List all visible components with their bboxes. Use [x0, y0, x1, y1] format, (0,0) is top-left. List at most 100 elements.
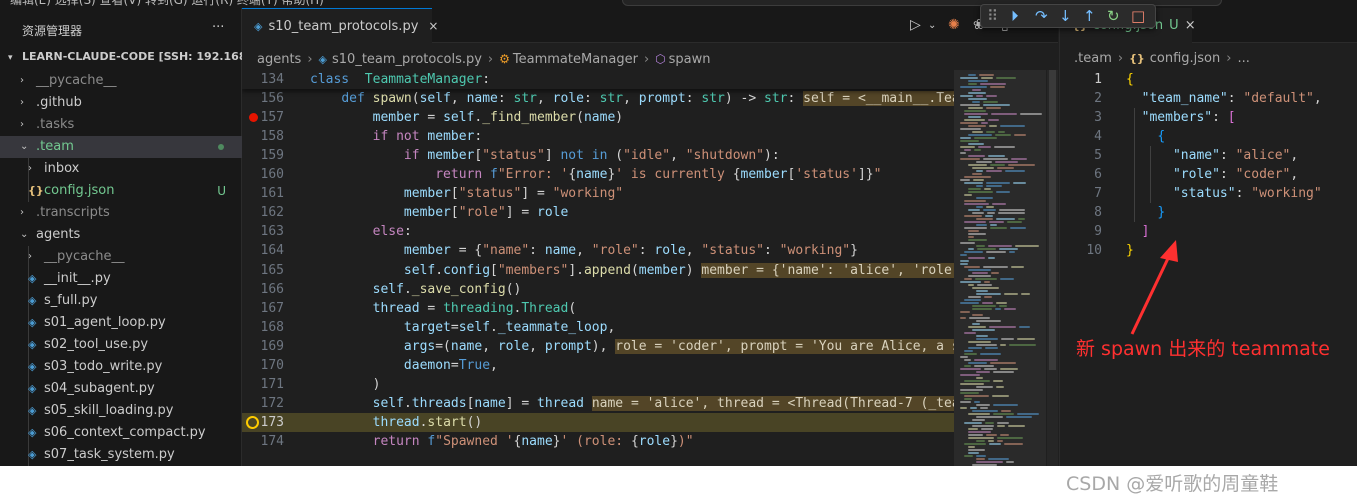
minimap-line [977, 248, 996, 250]
debug-continue-icon[interactable]: ⏵ [1011, 7, 1019, 25]
tree-item[interactable]: › .github [0, 92, 242, 114]
minimap-line [968, 209, 980, 211]
code-line[interactable]: 163 else: [242, 222, 954, 241]
tree-item[interactable]: › __pycache__ [0, 70, 242, 92]
code-line[interactable]: 156 def spawn(self, name: str, role: str… [242, 89, 954, 108]
debug-drag-handle-icon[interactable]: ⠿ [987, 7, 998, 25]
more-actions-icon[interactable]: ··· [212, 20, 224, 35]
tree-item[interactable]: ◈ s04_subagent.py [0, 378, 242, 400]
code-line[interactable]: 164 member = {"name": name, "role": role… [242, 241, 954, 260]
minimap-line [984, 296, 992, 298]
tree-item[interactable]: › __pycache__ [0, 246, 242, 268]
tree-item[interactable]: › inbox [0, 158, 242, 180]
code-token: , [482, 338, 498, 354]
debug-restart-icon[interactable]: ↻ [1107, 7, 1120, 25]
chevron-right-icon[interactable]: › [20, 92, 24, 114]
code-token: = [419, 300, 444, 316]
minimap-line [968, 164, 987, 166]
code-line[interactable]: 8 } [1060, 203, 1357, 222]
tree-item[interactable]: ⌄ .team [0, 136, 242, 158]
code-line[interactable]: 165 self.config["members"].append(member… [242, 261, 954, 280]
code-line[interactable]: 4 { [1060, 127, 1357, 146]
tree-item[interactable]: ◈ s07_task_system.py [0, 444, 242, 466]
tab-s10-team-protocols[interactable]: ◈ s10_team_protocols.py × [242, 8, 438, 43]
minimap-line [976, 344, 997, 346]
tree-item[interactable]: ◈ s05_skill_loading.py [0, 400, 242, 422]
code-line[interactable]: 166 self._save_config() [242, 280, 954, 299]
breadcrumb-folder[interactable]: agents [257, 52, 301, 67]
code-token: f [490, 167, 498, 183]
line-number: 3 [1094, 110, 1102, 126]
tree-item[interactable]: › .tasks [0, 114, 242, 136]
code-line[interactable]: 172 self.threads[name] = thread name = '… [242, 394, 954, 413]
tree-item[interactable]: ◈ s01_agent_loop.py [0, 312, 242, 334]
chevron-down-icon[interactable]: ⌄ [928, 20, 936, 31]
chevron-right-icon[interactable]: › [20, 70, 24, 92]
minimap[interactable] [954, 70, 1046, 466]
minimap-line [983, 209, 996, 211]
debug-step-out-icon[interactable]: ↑ [1083, 7, 1096, 25]
breadcrumb-class[interactable]: TeammateManager [513, 52, 638, 67]
code-line[interactable]: 162 member["role"] = role [242, 203, 954, 222]
code-line[interactable]: 171 ) [242, 375, 954, 394]
minimap-line [976, 161, 992, 163]
code-line[interactable]: 174 return f"Spawned '{name}' (role: {ro… [242, 432, 954, 451]
tree-item[interactable]: ◈ s06_context_compact.py [0, 422, 242, 444]
indent-guide [1134, 108, 1135, 223]
code-line[interactable]: 1{ [1060, 70, 1357, 89]
line-content: daemon=True, [310, 356, 498, 375]
run-icon[interactable]: ▷ [910, 17, 921, 33]
chevron-down-icon[interactable]: ⌄ [20, 136, 28, 158]
debug-step-over-icon[interactable]: ↷ [1035, 7, 1048, 25]
breadcrumb-method[interactable]: spawn [669, 52, 711, 67]
code-line[interactable]: 173 thread.start() [242, 412, 954, 432]
code-line[interactable]: 10} [1060, 241, 1357, 260]
code-line[interactable]: 157 member = self._find_member(name) [242, 108, 954, 127]
spark-icon[interactable]: ✺ [948, 17, 960, 33]
chevron-down-icon[interactable]: ⌄ [20, 224, 28, 246]
breadcrumb-more[interactable]: ... [1237, 51, 1249, 66]
code-line[interactable]: 159 if member["status"] not in ("idle", … [242, 146, 954, 165]
tree-item[interactable]: ◈ __init__.py [0, 268, 242, 290]
tree-item[interactable]: › .transcripts [0, 202, 242, 224]
tree-item[interactable]: ◈ s03_todo_write.py [0, 356, 242, 378]
code-line[interactable]: 5 "name": "alice", [1060, 146, 1357, 165]
code-line[interactable]: 168 target=self._teammate_loop, [242, 318, 954, 337]
breadcrumb-file[interactable]: config.json [1150, 51, 1221, 66]
code-line[interactable]: 2 "team_name": "default", [1060, 89, 1357, 108]
close-icon[interactable]: × [1185, 18, 1196, 33]
code-line[interactable]: 3 "members": [ [1060, 108, 1357, 127]
python-file-icon: ◈ [28, 382, 37, 395]
tree-item[interactable]: ⌄ agents [0, 224, 242, 246]
code-line[interactable]: 7 "status": "working" [1060, 184, 1357, 203]
code-line[interactable]: 170 daemon=True, [242, 356, 954, 375]
code-token: name [450, 338, 483, 354]
breadcrumb-file[interactable]: s10_team_protocols.py [332, 52, 482, 67]
workspace-root[interactable]: ▾ LEARN-CLAUDE-CODE [SSH: 192.168.53.... [0, 50, 242, 68]
scrollbar-thumb[interactable] [1049, 70, 1056, 370]
code-line[interactable]: 161 member["status"] = "working" [242, 184, 954, 203]
chevron-right-icon[interactable]: › [28, 246, 32, 268]
menu-bar-text[interactable]: 编辑(E) 选择(S) 查看(V) 转到(G) 运行(R) 终端(T) 帮助(H… [10, 0, 324, 8]
chevron-right-icon[interactable]: › [20, 202, 24, 224]
chevron-right-icon[interactable]: › [28, 158, 32, 180]
code-line[interactable]: 6 "role": "coder", [1060, 165, 1357, 184]
close-icon[interactable]: × [428, 19, 438, 33]
chevron-right-icon[interactable]: › [20, 114, 24, 136]
breadcrumb-folder[interactable]: .team [1074, 51, 1112, 66]
code-line[interactable]: 169 args=(name, role, prompt), role = 'c… [242, 337, 954, 356]
code-line[interactable]: 158 if not member: [242, 127, 954, 146]
debug-stop-icon[interactable]: □ [1131, 7, 1145, 25]
code-area[interactable]: 134 class TeammateManager: 156 def spawn(s… [242, 70, 954, 466]
sticky-scroll-line[interactable]: 134 class TeammateManager: [242, 70, 954, 89]
json-code-area[interactable]: 1{2 "team_name": "default", 3 "members": … [1060, 70, 1357, 466]
tree-item[interactable]: {} config.json U [0, 180, 242, 202]
code-line[interactable]: 160 return f"Error: '{name}' is currentl… [242, 165, 954, 184]
code-line[interactable]: 9 ] [1060, 222, 1357, 241]
tree-item[interactable]: ◈ s02_tool_use.py [0, 334, 242, 356]
code-line[interactable]: 167 thread = threading.Thread( [242, 299, 954, 318]
debug-step-into-icon[interactable]: ↓ [1059, 7, 1072, 25]
tree-item[interactable]: ◈ s_full.py [0, 290, 242, 312]
editor-scrollbar[interactable] [1047, 70, 1058, 466]
